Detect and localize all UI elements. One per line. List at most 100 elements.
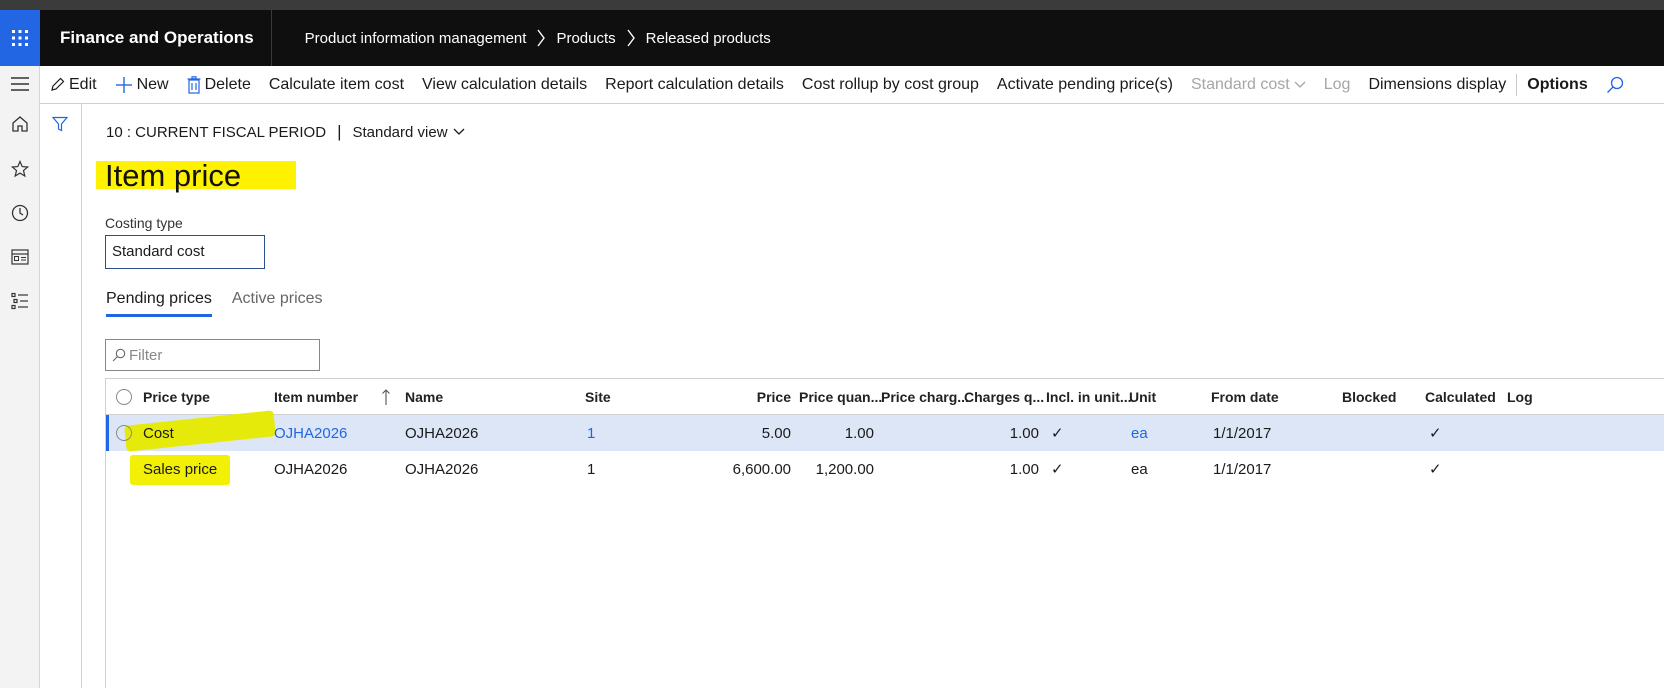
cell-price-quantity: 1,200.00 <box>815 460 874 478</box>
cell-charges-quantity: 1.00 <box>1009 424 1039 442</box>
cell-unit[interactable]: ea <box>1131 451 1148 487</box>
costing-type-label: Costing type <box>105 215 183 231</box>
plus-icon <box>115 76 132 93</box>
sort-ascending-icon <box>381 379 391 415</box>
recent-clock-icon[interactable] <box>8 201 32 225</box>
edit-button[interactable]: Edit <box>40 66 106 104</box>
cell-site[interactable]: 1 <box>587 451 595 487</box>
cell-calculated-check: ✓ <box>1429 425 1442 442</box>
col-name[interactable]: Name <box>405 379 443 415</box>
col-unit[interactable]: Unit <box>1129 379 1156 415</box>
cell-unit-link[interactable]: ea <box>1131 415 1148 451</box>
activate-pending-prices-button[interactable]: Activate pending price(s) <box>988 66 1182 104</box>
col-calculated[interactable]: Calculated <box>1425 379 1496 415</box>
view-header: 10 : CURRENT FISCAL PERIOD | Standard vi… <box>106 122 465 142</box>
breadcrumb: Product information management Products … <box>305 29 771 47</box>
col-from-date[interactable]: From date <box>1211 379 1279 415</box>
cell-item-number[interactable]: OJHA2026 <box>274 451 347 487</box>
cell-from-date: 1/1/2017 <box>1213 424 1272 442</box>
app-title[interactable]: Finance and Operations <box>40 10 272 66</box>
col-price-type[interactable]: Price type <box>143 379 210 415</box>
col-site[interactable]: Site <box>585 379 611 415</box>
cell-price-type: Cost <box>143 424 174 442</box>
price-grid: Price type Item number Name Site Price P… <box>105 378 1664 688</box>
row-select-radio[interactable] <box>116 425 132 441</box>
modules-list-icon[interactable] <box>8 289 32 313</box>
cell-calculated-check: ✓ <box>1429 461 1442 478</box>
select-all-radio[interactable] <box>116 389 132 405</box>
tab-pending-prices[interactable]: Pending prices <box>106 290 212 317</box>
hamburger-menu-icon[interactable] <box>8 72 32 96</box>
col-price-charges[interactable]: Price charg... <box>881 379 969 415</box>
breadcrumb-item-pim[interactable]: Product information management <box>305 30 527 47</box>
view-calculation-details-button[interactable]: View calculation details <box>413 66 596 104</box>
col-log[interactable]: Log <box>1507 379 1533 415</box>
cell-price-type: Sales price <box>143 460 218 478</box>
favorites-star-icon[interactable] <box>8 157 32 181</box>
search-icon <box>1606 76 1623 93</box>
app-launcher-button[interactable] <box>0 10 40 66</box>
view-selector[interactable]: Standard view <box>352 124 447 141</box>
col-item-number[interactable]: Item number <box>274 379 358 415</box>
breadcrumb-item-released-products[interactable]: Released products <box>646 30 771 47</box>
col-blocked[interactable]: Blocked <box>1342 379 1396 415</box>
standard-cost-label: Standard cost <box>1191 75 1290 93</box>
log-button[interactable]: Log <box>1315 66 1360 104</box>
costing-type-field[interactable]: Standard cost <box>105 235 265 269</box>
cell-incl-in-unit-price-check: ✓ <box>1051 461 1064 478</box>
search-button[interactable] <box>1597 66 1637 104</box>
delete-button[interactable]: Delete <box>178 66 260 104</box>
page-title: Item price <box>105 158 242 193</box>
chevron-right-icon <box>536 29 546 47</box>
pencil-icon <box>51 77 65 91</box>
chevron-down-icon <box>1294 81 1306 88</box>
cell-price: 5.00 <box>761 424 791 442</box>
filter-icon[interactable] <box>52 116 68 132</box>
cell-from-date: 1/1/2017 <box>1213 460 1272 478</box>
col-charges-quantity[interactable]: Charges q... <box>964 379 1044 415</box>
top-navigation-bar: Finance and Operations Product informati… <box>0 10 1664 66</box>
cell-name: OJHA2026 <box>405 460 479 478</box>
cost-rollup-button[interactable]: Cost rollup by cost group <box>793 66 988 104</box>
chevron-down-icon[interactable] <box>453 128 465 136</box>
delete-label: Delete <box>204 75 251 93</box>
toolbar-divider <box>1516 73 1518 96</box>
cell-incl-in-unit-price-check: ✓ <box>1051 425 1064 442</box>
report-calculation-details-button[interactable]: Report calculation details <box>596 66 793 104</box>
window-top-strip <box>0 0 1664 10</box>
new-label: New <box>136 75 169 93</box>
grid-filter-input[interactable]: Filter <box>105 339 320 371</box>
col-price-quantity[interactable]: Price quan... <box>799 379 882 415</box>
col-incl-in-unit-price[interactable]: Incl. in unit... <box>1046 379 1132 415</box>
breadcrumb-item-products[interactable]: Products <box>556 30 615 47</box>
view-separator: | <box>337 122 342 141</box>
table-row[interactable]: Sales price OJHA2026 OJHA2026 1 6,600.00… <box>106 451 1664 487</box>
home-icon[interactable] <box>8 112 32 136</box>
cell-price: 6,600.00 <box>732 460 791 478</box>
cell-name: OJHA2026 <box>405 424 479 442</box>
workspaces-icon[interactable] <box>8 245 32 269</box>
options-tab[interactable]: Options <box>1518 66 1596 104</box>
trash-icon <box>187 75 201 94</box>
col-price[interactable]: Price <box>696 379 791 415</box>
standard-cost-menu[interactable]: Standard cost <box>1182 66 1315 104</box>
new-button[interactable]: New <box>106 66 178 104</box>
search-icon <box>112 348 126 362</box>
filter-placeholder: Filter <box>129 346 163 364</box>
main-content: 10 : CURRENT FISCAL PERIOD | Standard vi… <box>82 104 1664 688</box>
fiscal-period-label: 10 : CURRENT FISCAL PERIOD <box>106 123 327 141</box>
chevron-right-icon <box>626 29 636 47</box>
cell-charges-quantity: 1.00 <box>1009 460 1039 478</box>
cell-item-number-link[interactable]: OJHA2026 <box>274 415 347 451</box>
table-row[interactable]: Cost OJHA2026 OJHA2026 1 5.00 1.00 1.00 … <box>106 410 1664 452</box>
tab-active-prices[interactable]: Active prices <box>232 290 323 317</box>
cell-price-quantity: 1.00 <box>844 424 874 442</box>
grid-header-row: Price type Item number Name Site Price P… <box>106 379 1664 415</box>
calculate-item-cost-button[interactable]: Calculate item cost <box>260 66 413 104</box>
action-pane: Edit New Delete Calculate item cost View… <box>40 66 1664 104</box>
edit-label: Edit <box>69 75 97 93</box>
left-navigation-pane <box>0 66 40 688</box>
cell-site-link[interactable]: 1 <box>587 415 595 451</box>
filter-pane <box>40 104 82 688</box>
dimensions-display-button[interactable]: Dimensions display <box>1359 66 1515 104</box>
